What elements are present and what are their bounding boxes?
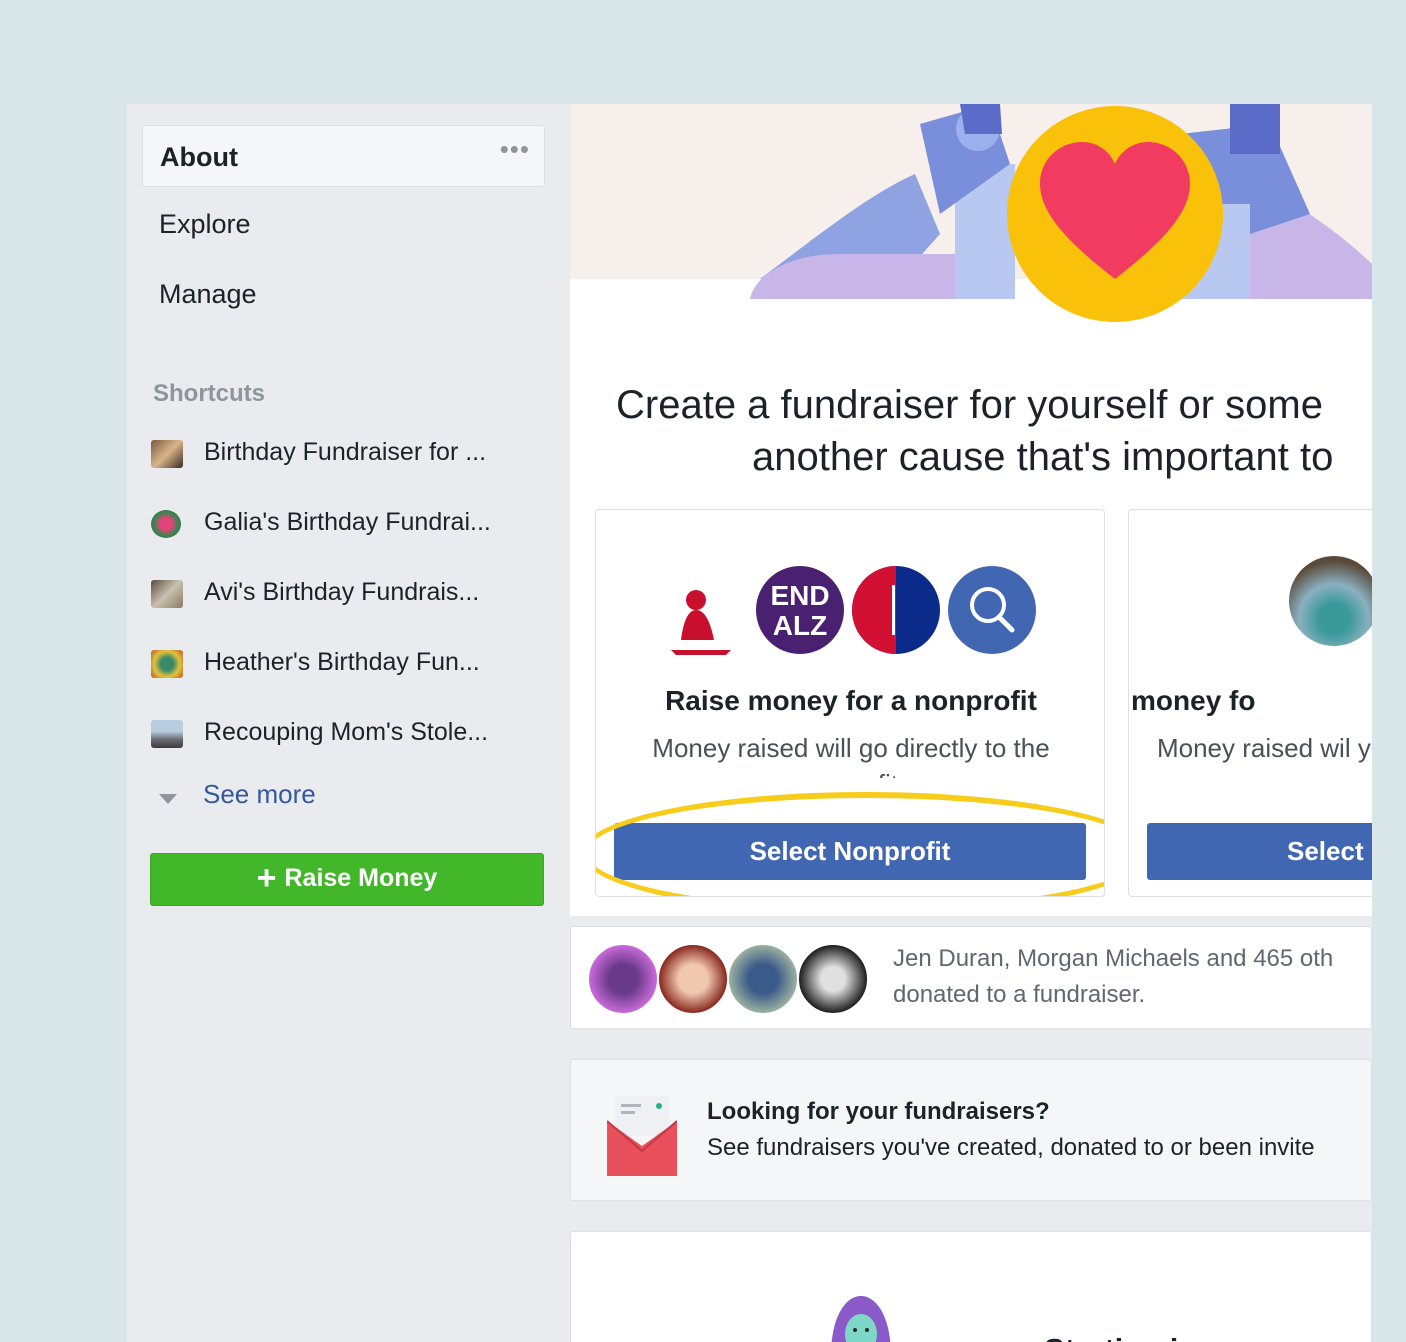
- headline-line-2: another cause that's important to: [752, 435, 1334, 479]
- nav-item-explore[interactable]: Explore: [159, 209, 251, 240]
- nonprofit-option-description: Money raised will go directly to the non…: [652, 733, 1050, 778]
- fundraisers-page: About ••• Explore Manage Shortcuts Birth…: [127, 104, 1372, 1342]
- donor-avatar[interactable]: [657, 943, 729, 1015]
- main-content: Create a fundraiser for yourself or some…: [570, 104, 1372, 1342]
- shortcut-thumbnail: [151, 580, 183, 608]
- shortcut-item[interactable]: Recouping Mom's Stole...: [151, 714, 551, 754]
- search-nonprofit-icon: [948, 566, 1036, 654]
- shortcut-item[interactable]: Galia's Birthday Fundrai...: [151, 504, 551, 544]
- donor-avatar[interactable]: [797, 943, 869, 1015]
- shortcut-thumbnail: [151, 650, 183, 678]
- personal-option-description: Money raised wil your ban: [1156, 733, 1372, 763]
- shortcut-label: Heather's Birthday Fun...: [204, 648, 480, 676]
- more-options-icon[interactable]: •••: [500, 134, 530, 165]
- your-fundraisers-card[interactable]: Looking for your fundraisers? See fundra…: [570, 1059, 1372, 1201]
- shortcut-item[interactable]: Birthday Fundraiser for ...: [151, 434, 551, 474]
- nav-item-about[interactable]: About •••: [142, 125, 545, 187]
- caret-down-icon: [159, 794, 177, 804]
- st-jude-logo: [671, 590, 731, 655]
- shortcut-item[interactable]: Heather's Birthday Fun...: [151, 644, 551, 684]
- highlight-annotation: [596, 792, 1104, 896]
- hero-illustration: [570, 104, 1372, 374]
- friends-donated-strip: Jen Duran, Morgan Michaels and 465 oth d…: [570, 926, 1372, 1029]
- raise-money-button[interactable]: + Raise Money: [150, 853, 544, 906]
- personal-option-title: Raise money fo: [1129, 685, 1256, 716]
- profile-photo: [1289, 556, 1372, 646]
- see-more-label: See more: [203, 779, 316, 809]
- personal-option-card[interactable]: Raise money fo Money raised wil your ban…: [1128, 509, 1372, 897]
- donors-text-line-1: Jen Duran, Morgan Michaels and 465 oth: [893, 945, 1334, 972]
- page-headline: Create a fundraiser for yourself or some…: [616, 379, 1372, 483]
- donor-avatar[interactable]: [727, 943, 799, 1015]
- shortcut-thumbnail: [151, 720, 183, 748]
- donor-avatar[interactable]: [587, 943, 659, 1015]
- starting-is-easy-card: Starting is easy: [570, 1231, 1372, 1342]
- select-option-button[interactable]: Select: [1147, 823, 1372, 880]
- envelope-icon: [607, 1096, 677, 1176]
- shortcut-item[interactable]: Avi's Birthday Fundrais...: [151, 574, 551, 614]
- end-alz-logo-text-2: ALZ: [773, 610, 827, 641]
- person-illustration: [831, 1296, 891, 1342]
- nav-about-label: About: [160, 142, 238, 172]
- end-alz-logo-text-1: END: [770, 580, 829, 611]
- headline-line-1: Create a fundraiser for yourself or some: [616, 383, 1323, 427]
- screenshot-frame: About ••• Explore Manage Shortcuts Birth…: [20, 12, 1406, 1342]
- donors-text-line-2: donated to a fundraiser.: [893, 981, 1146, 1008]
- left-sidebar: About ••• Explore Manage Shortcuts Birth…: [127, 104, 567, 1342]
- your-fundraisers-title: Looking for your fundraisers?: [707, 1098, 1050, 1125]
- shortcut-label: Galia's Birthday Fundrai...: [204, 508, 491, 536]
- nav-item-manage[interactable]: Manage: [159, 279, 257, 310]
- starting-is-easy-title: Starting is easy: [1044, 1332, 1273, 1342]
- raise-money-label: Raise Money: [284, 864, 438, 892]
- plus-icon: +: [256, 859, 277, 897]
- shortcut-label: Recouping Mom's Stole...: [204, 718, 489, 746]
- heart-illustration: [750, 104, 1372, 322]
- shortcut-thumbnail: [151, 510, 181, 538]
- your-fundraisers-description: See fundraisers you've created, donated …: [707, 1134, 1315, 1161]
- shortcut-label: Avi's Birthday Fundrais...: [204, 578, 480, 606]
- nonprofit-option-title: Raise money for a nonprofit: [665, 685, 1037, 716]
- shortcut-thumbnail: [151, 440, 183, 468]
- nonprofit-option-card[interactable]: END ALZ Raise money for a nonprofit Mone…: [595, 509, 1105, 897]
- shortcut-label: Birthday Fundraiser for ...: [204, 438, 487, 466]
- shortcuts-heading: Shortcuts: [153, 380, 266, 407]
- donors-text: Jen Duran, Morgan Michaels and 465 oth d…: [893, 941, 1333, 1013]
- create-fundraiser-card: Create a fundraiser for yourself or some…: [570, 104, 1372, 916]
